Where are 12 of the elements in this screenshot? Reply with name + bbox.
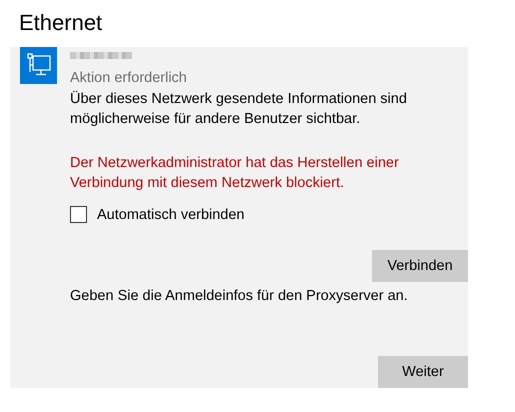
- checkbox[interactable]: [70, 206, 87, 223]
- blurred-network-name: [70, 52, 132, 59]
- page-title: Ethernet: [18, 9, 104, 37]
- network-info: Über dieses Netzwerk gesendete Informationen sind möglicherweise für andere Benutzer sichtbar.: [70, 90, 408, 129]
- network-status: Aktion erforderlich: [70, 69, 188, 88]
- network-panel[interactable]: [10, 47, 468, 388]
- error-message: Der Netzwerkadministrator hat das Herstellen einer Verbindung mit diesem Netzwerk blockiert.: [70, 154, 400, 193]
- checkbox-label[interactable]: Automatisch verbinden: [97, 206, 244, 222]
- proxy-prompt: Geben Sie die Anmeldeinfos für den Proxyserver an.: [70, 287, 409, 306]
- next-button[interactable]: Weiter: [378, 356, 468, 388]
- connect-button[interactable]: Verbinden: [372, 250, 468, 282]
- ethernet-monitor-icon: [20, 47, 57, 84]
